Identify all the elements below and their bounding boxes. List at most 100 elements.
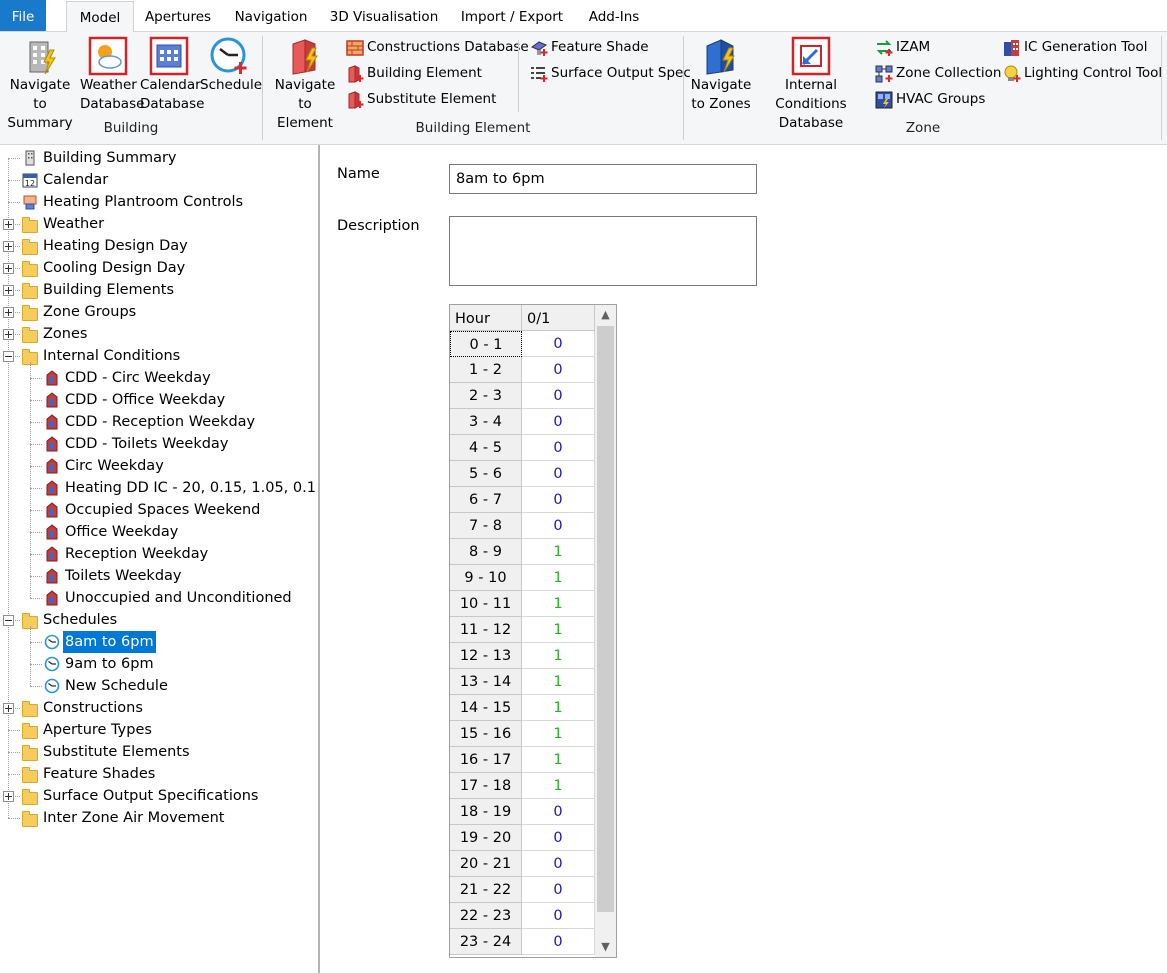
table-row[interactable]: 6 - 70 <box>450 487 595 513</box>
row-header-hour[interactable]: 9 - 10 <box>450 565 522 591</box>
expand-icon[interactable] <box>3 241 14 252</box>
row-header-hour[interactable]: 6 - 7 <box>450 487 522 513</box>
table-row[interactable]: 12 - 13 1 <box>450 643 595 669</box>
value-cell[interactable]: 1 <box>522 773 595 799</box>
value-cell[interactable]: 1 <box>522 591 595 617</box>
row-header-hour[interactable]: 16 - 17 <box>450 747 522 773</box>
value-cell[interactable]: 0 <box>522 487 595 513</box>
table-row[interactable]: 19 - 20 0 <box>450 825 595 851</box>
value-cell[interactable]: 0 <box>522 929 595 955</box>
row-header-hour[interactable]: 14 - 15 <box>450 695 522 721</box>
row-header-hour[interactable]: 1 - 2 <box>450 357 522 383</box>
value-cell[interactable]: 0 <box>522 877 595 903</box>
scroll-down-arrow[interactable]: ▼ <box>595 937 616 957</box>
value-cell[interactable]: 0 <box>522 461 595 487</box>
table-row[interactable]: 4 - 50 <box>450 435 595 461</box>
tree-node[interactable]: Weather <box>0 213 318 235</box>
navigate-to-summary-button[interactable]: Navigate to Summary <box>2 36 78 133</box>
tree-child-node[interactable]: Heating DD IC - 20, 0.15, 1.05, 0.1 <box>0 477 318 499</box>
value-cell[interactable]: 0 <box>522 851 595 877</box>
scroll-thumb[interactable] <box>597 326 614 912</box>
value-cell[interactable]: 0 <box>522 825 595 851</box>
tree-node[interactable]: Feature Shades <box>0 763 318 785</box>
tree-child-node[interactable]: Circ Weekday <box>0 455 318 477</box>
expand-icon[interactable] <box>3 791 14 802</box>
grid-vertical-scrollbar[interactable]: ▲ ▼ <box>595 305 616 957</box>
tree-child-node[interactable]: Reception Weekday <box>0 543 318 565</box>
tree-node[interactable]: Building Summary <box>0 147 318 169</box>
table-row[interactable]: 18 - 19 0 <box>450 799 595 825</box>
table-row[interactable]: 5 - 60 <box>450 461 595 487</box>
expand-icon[interactable] <box>3 329 14 340</box>
tree-node[interactable]: Building Elements <box>0 279 318 301</box>
tab-apertures[interactable]: Apertures <box>140 0 216 31</box>
expand-icon[interactable] <box>3 307 14 318</box>
internal-conditions-database-button[interactable]: Internal Conditions Database <box>752 36 870 133</box>
expand-icon[interactable] <box>3 219 14 230</box>
table-row[interactable]: 10 - 11 1 <box>450 591 595 617</box>
expand-icon[interactable] <box>3 285 14 296</box>
table-row[interactable]: 2 - 30 <box>450 383 595 409</box>
row-header-hour[interactable]: 15 - 16 <box>450 721 522 747</box>
collapse-icon[interactable] <box>3 615 14 626</box>
tree-node[interactable]: Schedules <box>0 609 318 631</box>
row-header-hour[interactable]: 11 - 12 <box>450 617 522 643</box>
tree-node[interactable]: Aperture Types <box>0 719 318 741</box>
row-header-hour[interactable]: 4 - 5 <box>450 435 522 461</box>
tab-3d-visualisation[interactable]: 3D Visualisation <box>326 0 442 31</box>
tree-child-node[interactable]: Occupied Spaces Weekend <box>0 499 318 521</box>
tree-child-node[interactable]: CDD - Circ Weekday <box>0 367 318 389</box>
schedule-button[interactable]: Schedule <box>200 36 262 95</box>
value-cell[interactable]: 1 <box>522 669 595 695</box>
row-header-hour[interactable]: 17 - 18 <box>450 773 522 799</box>
tree-child-node[interactable]: Office Weekday <box>0 521 318 543</box>
tree-node[interactable]: Substitute Elements <box>0 741 318 763</box>
value-cell[interactable]: 1 <box>522 747 595 773</box>
value-cell[interactable]: 1 <box>522 617 595 643</box>
row-header-hour[interactable]: 3 - 4 <box>450 409 522 435</box>
table-row[interactable]: 0 - 10 <box>450 331 595 357</box>
calendar-database-button[interactable]: Calendar Database <box>140 36 204 114</box>
row-header-hour[interactable]: 20 - 21 <box>450 851 522 877</box>
tree-child-node[interactable]: New Schedule <box>0 675 318 697</box>
row-header-hour[interactable]: 8 - 9 <box>450 539 522 565</box>
tab-model[interactable]: Model <box>66 1 134 34</box>
tab-file[interactable]: File <box>0 0 46 31</box>
tree-node[interactable]: Zone Groups <box>0 301 318 323</box>
row-header-hour[interactable]: 13 - 14 <box>450 669 522 695</box>
column-header-hour[interactable]: Hour <box>450 305 522 331</box>
table-row[interactable]: 9 - 10 1 <box>450 565 595 591</box>
description-textarea[interactable] <box>449 216 757 286</box>
tree-child-node[interactable]: 9am to 6pm <box>0 653 318 675</box>
model-tree[interactable]: Building Summary 12 Calendar Heating Plantr… <box>0 145 320 973</box>
table-row[interactable]: 14 - 15 1 <box>450 695 595 721</box>
value-cell[interactable]: 0 <box>522 383 595 409</box>
row-header-hour[interactable]: 10 - 11 <box>450 591 522 617</box>
column-header-value[interactable]: 0/1 <box>522 305 595 331</box>
tree-child-node[interactable]: Toilets Weekday <box>0 565 318 587</box>
value-cell[interactable]: 0 <box>522 799 595 825</box>
tree-node[interactable]: Inter Zone Air Movement <box>0 807 318 829</box>
row-header-hour[interactable]: 12 - 13 <box>450 643 522 669</box>
navigate-to-zones-button[interactable]: Navigate to Zones <box>690 36 752 114</box>
tab-add-ins[interactable]: Add-Ins <box>582 0 646 31</box>
value-cell[interactable]: 0 <box>522 513 595 539</box>
table-row[interactable]: 13 - 14 1 <box>450 669 595 695</box>
value-cell[interactable]: 0 <box>522 409 595 435</box>
navigate-to-element-button[interactable]: Navigate to Element <box>270 36 340 133</box>
row-header-hour[interactable]: 18 - 19 <box>450 799 522 825</box>
tree-child-node[interactable]: CDD - Reception Weekday <box>0 411 318 433</box>
table-row[interactable]: 15 - 16 1 <box>450 721 595 747</box>
tab-navigation[interactable]: Navigation <box>228 0 314 31</box>
table-row[interactable]: 8 - 91 <box>450 539 595 565</box>
row-header-hour[interactable]: 23 - 24 <box>450 929 522 955</box>
scroll-up-arrow[interactable]: ▲ <box>595 305 616 325</box>
row-header-hour[interactable]: 2 - 3 <box>450 383 522 409</box>
value-cell[interactable]: 1 <box>522 721 595 747</box>
row-header-hour[interactable]: 0 - 1 <box>450 331 522 357</box>
row-header-hour[interactable]: 7 - 8 <box>450 513 522 539</box>
tree-node[interactable]: Heating Design Day <box>0 235 318 257</box>
value-cell[interactable]: 1 <box>522 643 595 669</box>
tree-child-node[interactable]: CDD - Office Weekday <box>0 389 318 411</box>
tree-child-node[interactable]: Unoccupied and Unconditioned <box>0 587 318 609</box>
